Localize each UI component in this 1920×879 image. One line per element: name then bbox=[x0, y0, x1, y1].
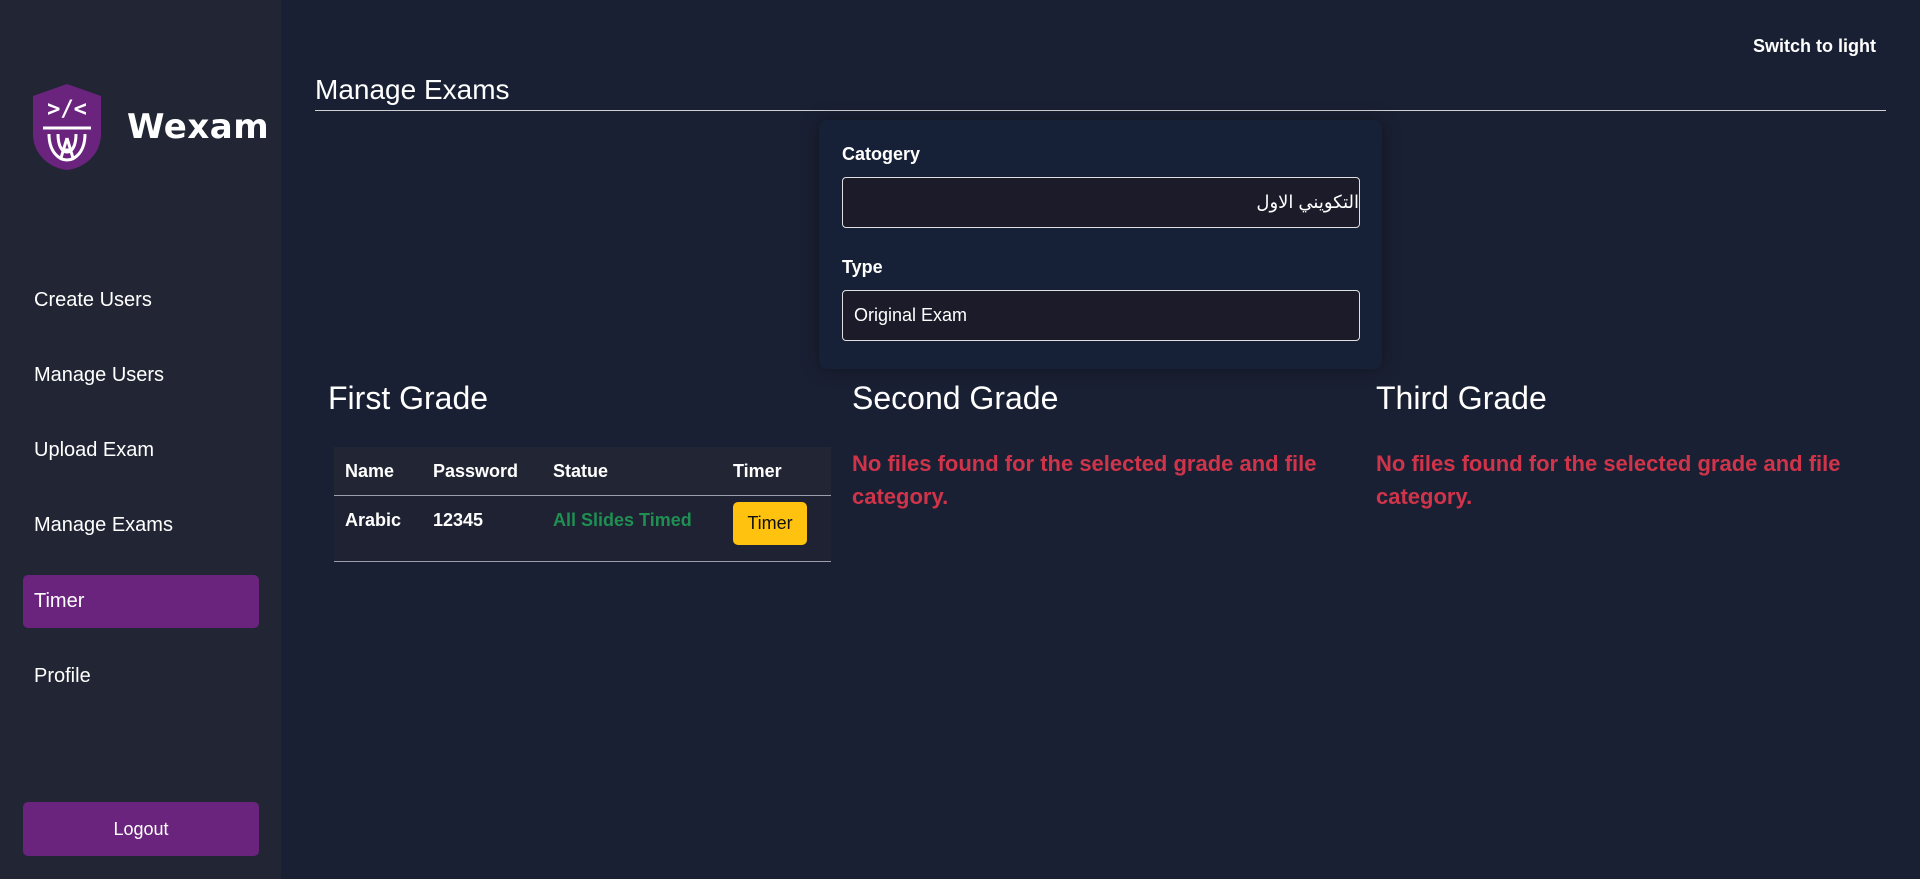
timer-button[interactable]: Timer bbox=[733, 502, 807, 545]
svg-text:>/<: >/< bbox=[47, 97, 87, 122]
table-row: Arabic 12345 All Slides Timed Timer bbox=[334, 496, 831, 562]
table-header: Name Password Statue Timer bbox=[334, 447, 831, 496]
nav-item-profile[interactable]: Profile bbox=[23, 650, 259, 703]
first-grade-table: Name Password Statue Timer Arabic 12345 … bbox=[334, 447, 831, 562]
column-header-status: Statue bbox=[553, 460, 609, 481]
exam-name: Arabic bbox=[345, 510, 402, 530]
nav-item-timer[interactable]: Timer bbox=[23, 575, 259, 628]
wexam-logo-icon: >/< bbox=[33, 84, 101, 170]
second-grade-heading: Second Grade bbox=[852, 380, 1059, 416]
column-header-password: Password bbox=[433, 460, 519, 481]
second-grade-empty-message: No files found for the selected grade an… bbox=[852, 451, 1317, 509]
nav-item-manage-exams[interactable]: Manage Exams bbox=[23, 499, 259, 552]
first-grade-heading: First Grade bbox=[328, 380, 489, 416]
timer-cell: Timer bbox=[722, 502, 831, 545]
type-label: Type bbox=[842, 257, 883, 277]
nav-item-upload-exam[interactable]: Upload Exam bbox=[23, 424, 259, 477]
page-title: Manage Exams bbox=[315, 74, 510, 105]
exam-password: 12345 bbox=[433, 510, 484, 530]
category-select[interactable]: التكويني الاول bbox=[842, 177, 1360, 228]
brand-name: Wexam bbox=[127, 107, 270, 147]
column-header-name: Name bbox=[345, 460, 395, 481]
category-label: Catogery bbox=[842, 144, 921, 164]
filter-card: Catogery التكويني الاول Type Original Ex… bbox=[819, 120, 1382, 369]
third-grade-heading: Third Grade bbox=[1376, 380, 1547, 416]
title-divider bbox=[315, 110, 1886, 111]
category-value: التكويني الاول bbox=[1256, 192, 1359, 212]
sidebar: >/< Wexam Create Users Manage Users Uplo… bbox=[0, 0, 281, 879]
logout-button[interactable]: Logout bbox=[23, 802, 259, 856]
type-select[interactable]: Original Exam bbox=[842, 290, 1360, 341]
theme-toggle-link[interactable]: Switch to light bbox=[1753, 36, 1876, 57]
exam-status: All Slides Timed bbox=[553, 510, 692, 530]
type-value: Original Exam bbox=[854, 305, 968, 325]
nav-item-create-users[interactable]: Create Users bbox=[23, 274, 259, 327]
column-header-timer: Timer bbox=[733, 460, 782, 481]
third-grade-empty-message: No files found for the selected grade an… bbox=[1376, 451, 1841, 509]
brand[interactable]: >/< Wexam bbox=[27, 82, 269, 172]
nav-item-manage-users[interactable]: Manage Users bbox=[23, 349, 259, 402]
